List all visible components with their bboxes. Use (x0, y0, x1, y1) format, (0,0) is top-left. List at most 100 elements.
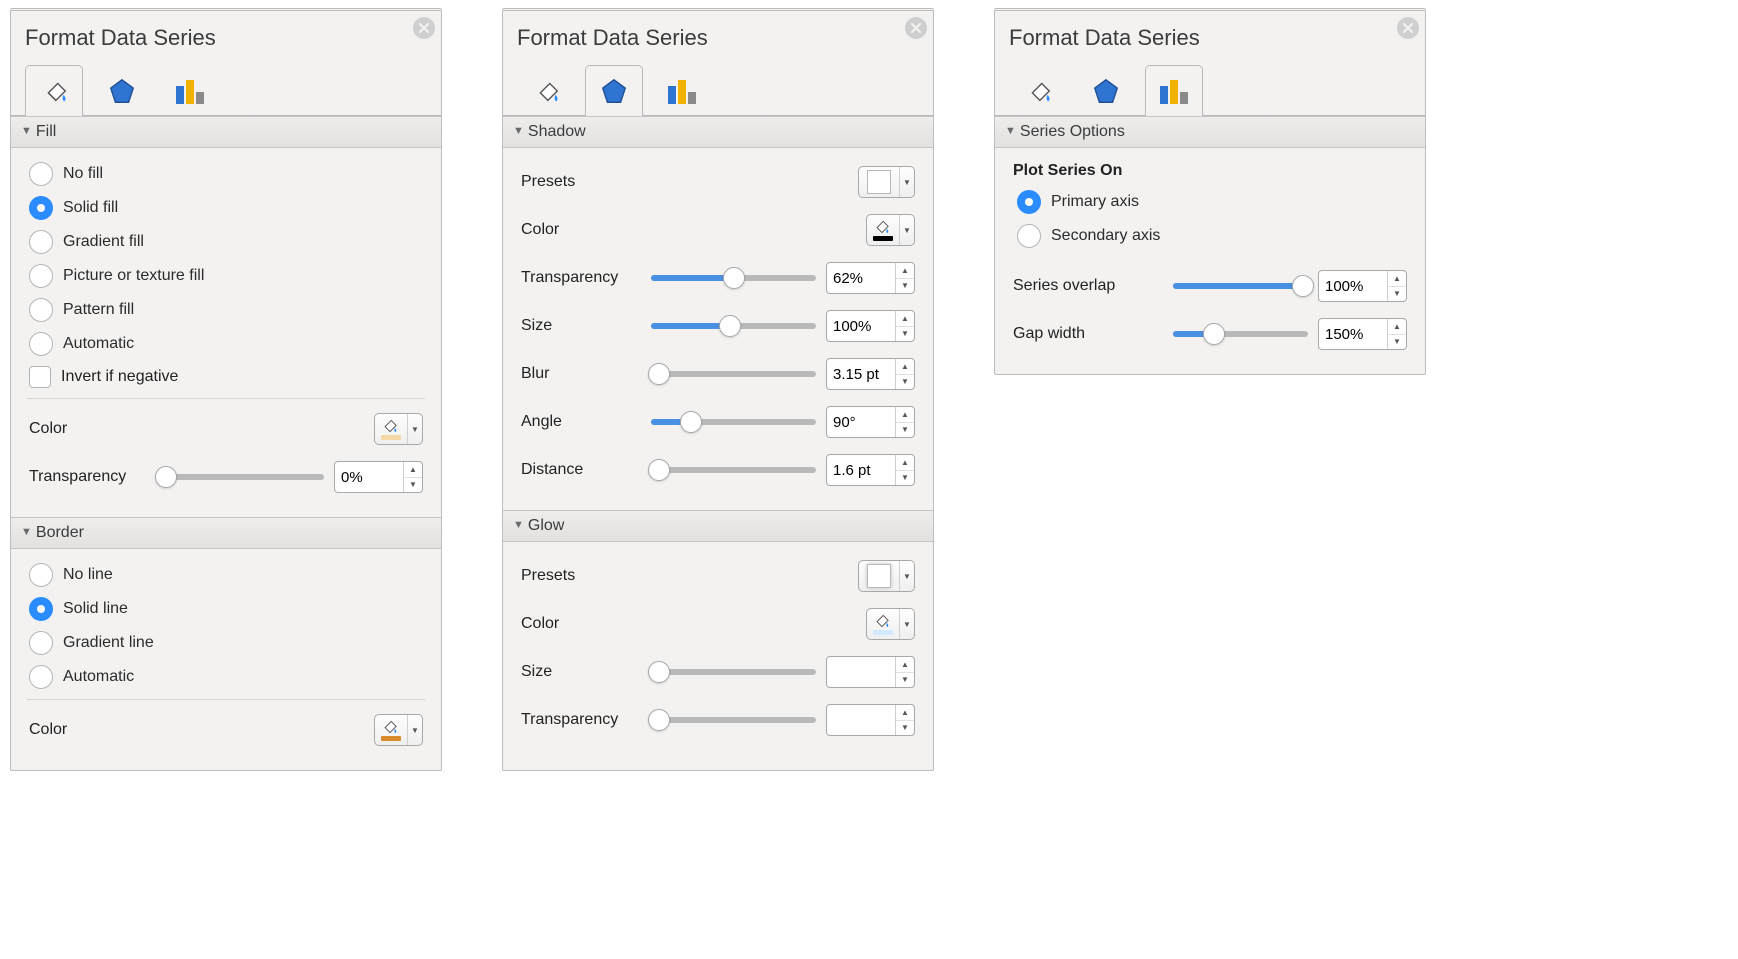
color-swatch (873, 630, 893, 635)
tab-series-options[interactable] (653, 65, 711, 116)
tab-effects[interactable] (1077, 65, 1135, 116)
tab-series-options[interactable] (1145, 65, 1203, 116)
border-option-no-line[interactable]: No line (29, 563, 423, 587)
shadow-angle-stepper[interactable]: ▲▼ (826, 406, 915, 438)
color-swatch (381, 435, 401, 440)
border-color-label: Color (29, 721, 149, 739)
section-title: Fill (36, 123, 56, 141)
chevron-down-icon: ▼ (1005, 125, 1016, 137)
border-option-gradient-line[interactable]: Gradient line (29, 631, 423, 655)
tab-effects[interactable] (585, 65, 643, 116)
close-button[interactable] (905, 17, 927, 39)
section-header-glow[interactable]: ▼ Glow (503, 510, 933, 542)
glow-size-stepper[interactable]: ▲▼ (826, 656, 915, 688)
glow-size-slider[interactable] (651, 669, 816, 675)
invert-if-negative-checkbox[interactable]: Invert if negative (29, 366, 423, 388)
axis-option-secondary[interactable]: Secondary axis (1017, 224, 1407, 248)
section-title: Shadow (528, 123, 586, 141)
series-overlap-label: Series overlap (1013, 277, 1163, 295)
shadow-transparency-label: Transparency (521, 269, 641, 287)
gap-width-label: Gap width (1013, 325, 1163, 343)
bar-chart-icon (173, 76, 207, 106)
glow-presets-picker[interactable]: ▼ (858, 560, 915, 592)
glow-color-picker[interactable]: ▼ (866, 608, 915, 640)
glow-color-label: Color (521, 615, 641, 633)
pentagon-icon (599, 76, 629, 106)
bar-chart-icon (665, 76, 699, 106)
fill-option-no-fill[interactable]: No fill (29, 162, 423, 186)
border-radio-group: No line Solid line Gradient line Automat… (29, 563, 423, 689)
shadow-presets-label: Presets (521, 173, 641, 191)
fill-option-pattern-fill[interactable]: Pattern fill (29, 298, 423, 322)
close-button[interactable] (1397, 17, 1419, 39)
chevron-down-icon: ▼ (21, 125, 32, 137)
fill-option-gradient-fill[interactable]: Gradient fill (29, 230, 423, 254)
fill-option-picture-texture[interactable]: Picture or texture fill (29, 264, 423, 288)
fill-radio-group: No fill Solid fill Gradient fill Picture… (29, 162, 423, 356)
fill-option-solid-fill[interactable]: Solid fill (29, 196, 423, 220)
series-overlap-slider[interactable] (1173, 283, 1308, 289)
shadow-size-stepper[interactable]: ▲▼ (826, 310, 915, 342)
border-color-picker[interactable]: ▼ (374, 714, 423, 746)
series-overlap-stepper[interactable]: ▲▼ (1318, 270, 1407, 302)
tab-row (11, 59, 441, 116)
close-button[interactable] (413, 17, 435, 39)
glow-presets-label: Presets (521, 567, 641, 585)
tab-fill[interactable] (1009, 65, 1067, 116)
shadow-angle-label: Angle (521, 413, 641, 431)
shadow-size-slider[interactable] (651, 323, 816, 329)
panel-title: Format Data Series (1009, 25, 1200, 51)
fill-color-picker[interactable]: ▼ (374, 413, 423, 445)
shadow-distance-slider[interactable] (651, 467, 816, 473)
paint-bucket-icon (872, 219, 892, 235)
axis-option-primary[interactable]: Primary axis (1017, 190, 1407, 214)
fill-color-label: Color (29, 420, 149, 438)
plot-series-on-label: Plot Series On (1013, 162, 1407, 180)
fill-transparency-slider[interactable] (159, 474, 324, 480)
shadow-transparency-slider[interactable] (651, 275, 816, 281)
panel-title: Format Data Series (25, 25, 216, 51)
panel-effects: Format Data Series ▼ Shadow Presets ▼ Co… (502, 8, 934, 771)
panel-fill-border: Format Data Series ▼ Fill No fill Solid … (10, 8, 442, 771)
shadow-color-picker[interactable]: ▼ (866, 214, 915, 246)
chevron-down-icon: ▼ (513, 519, 524, 531)
fill-option-automatic[interactable]: Automatic (29, 332, 423, 356)
paint-bucket-icon (531, 76, 561, 106)
pentagon-icon (1091, 76, 1121, 106)
section-header-series-options[interactable]: ▼ Series Options (995, 116, 1425, 148)
border-option-solid-line[interactable]: Solid line (29, 597, 423, 621)
fill-transparency-input[interactable] (335, 462, 403, 492)
paint-bucket-icon (39, 76, 69, 106)
tab-effects[interactable] (93, 65, 151, 116)
shadow-color-label: Color (521, 221, 641, 239)
shadow-transparency-stepper[interactable]: ▲▼ (826, 262, 915, 294)
fill-transparency-stepper[interactable]: ▲▼ (334, 461, 423, 493)
section-title: Glow (528, 517, 564, 535)
shadow-angle-slider[interactable] (651, 419, 816, 425)
glow-transparency-stepper[interactable]: ▲▼ (826, 704, 915, 736)
section-header-fill[interactable]: ▼ Fill (11, 116, 441, 148)
paint-bucket-icon (1023, 76, 1053, 106)
shadow-blur-label: Blur (521, 365, 641, 383)
shadow-blur-slider[interactable] (651, 371, 816, 377)
gap-width-stepper[interactable]: ▲▼ (1318, 318, 1407, 350)
glow-transparency-slider[interactable] (651, 717, 816, 723)
panel-series-options: Format Data Series ▼ Series Options Plot… (994, 8, 1426, 375)
section-header-shadow[interactable]: ▼ Shadow (503, 116, 933, 148)
shadow-blur-stepper[interactable]: ▲▼ (826, 358, 915, 390)
shadow-presets-picker[interactable]: ▼ (858, 166, 915, 198)
tab-fill[interactable] (25, 65, 83, 116)
border-option-automatic[interactable]: Automatic (29, 665, 423, 689)
shadow-distance-stepper[interactable]: ▲▼ (826, 454, 915, 486)
glow-swatch-icon (867, 564, 891, 588)
tab-row (503, 59, 933, 116)
gap-width-slider[interactable] (1173, 331, 1308, 337)
axis-radio-group: Primary axis Secondary axis (1017, 190, 1407, 248)
tab-series-options[interactable] (161, 65, 219, 116)
chevron-down-icon: ▼ (513, 125, 524, 137)
section-header-border[interactable]: ▼ Border (11, 517, 441, 549)
tab-row (995, 59, 1425, 116)
tab-fill[interactable] (517, 65, 575, 116)
preset-swatch-icon (867, 170, 891, 194)
paint-bucket-icon (380, 719, 400, 735)
